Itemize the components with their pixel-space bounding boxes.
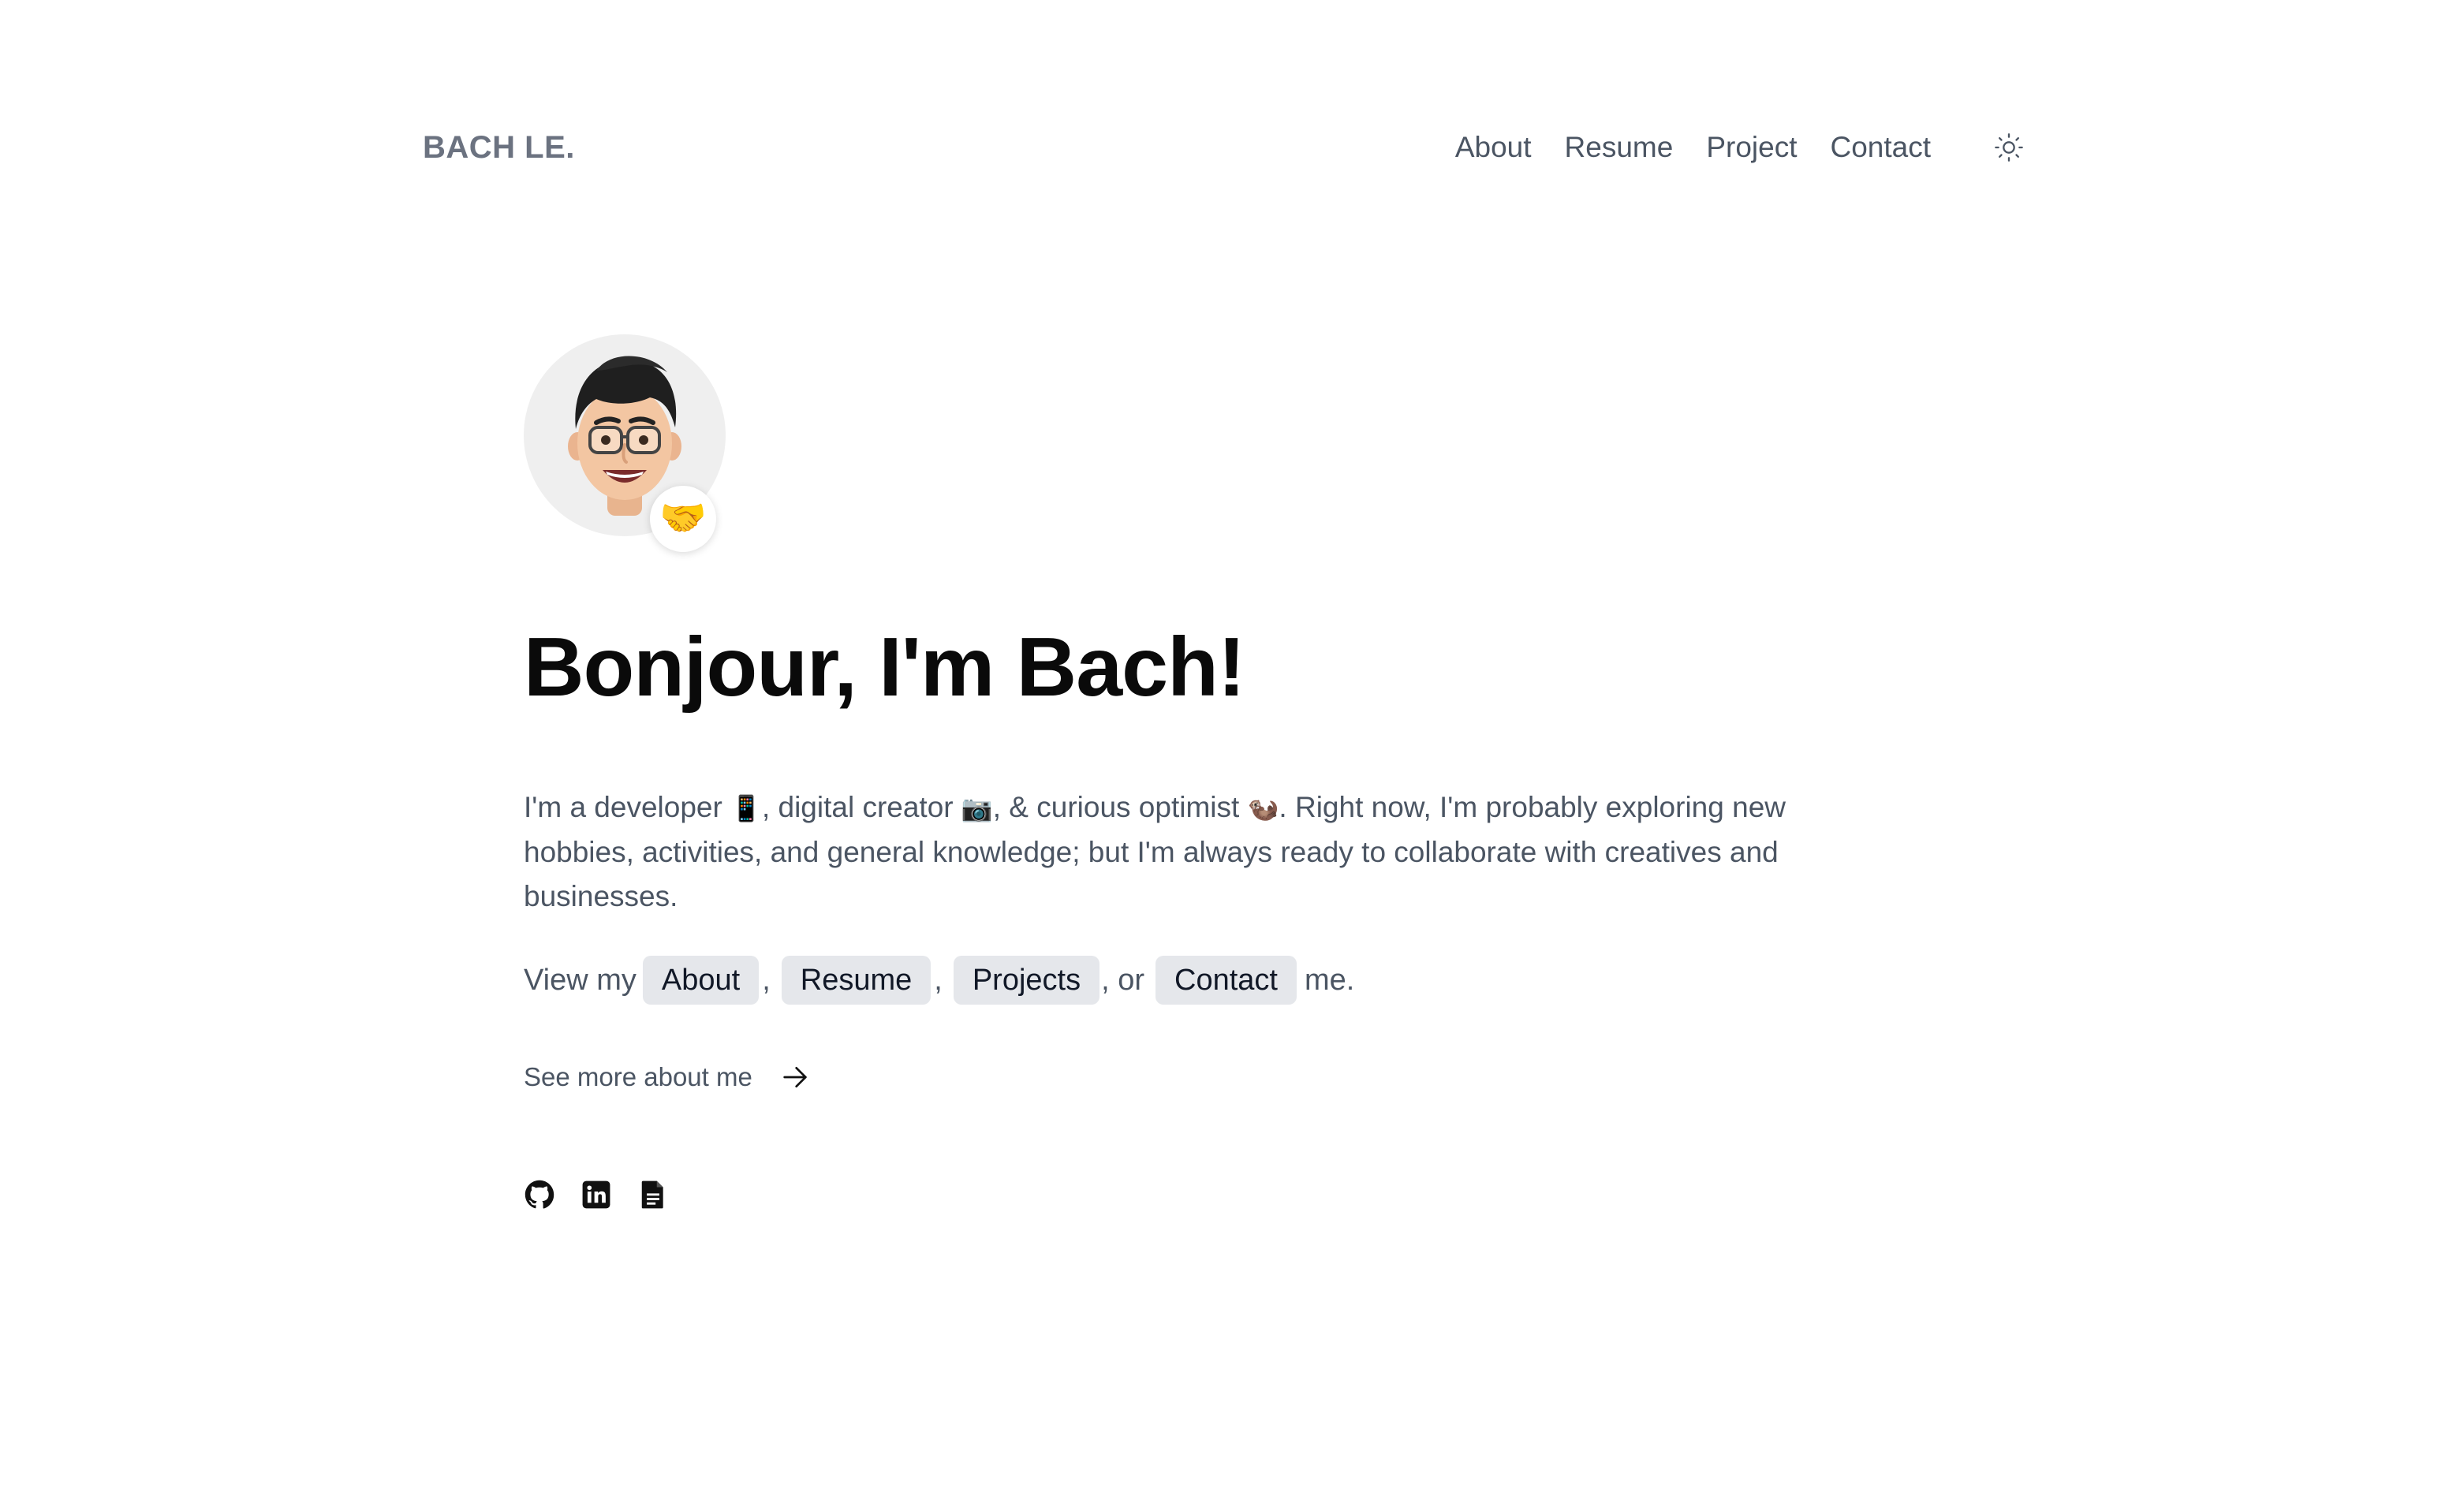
bio-text-1: I'm a developer xyxy=(524,791,731,823)
nav-contact-link[interactable]: Contact xyxy=(1830,118,1931,177)
github-icon xyxy=(525,1180,554,1209)
or-text: , or xyxy=(1101,964,1145,997)
site-header: BACH LE. About Resume Project Contact xyxy=(423,118,2029,177)
github-link[interactable] xyxy=(524,1179,555,1210)
about-chip-link[interactable]: About xyxy=(642,956,760,1005)
view-links-line: View my About , Resume , Projects , or C… xyxy=(524,955,1849,1005)
bio-paragraph: I'm a developer 📱, digital creator 📷, & … xyxy=(524,785,1865,919)
social-links xyxy=(524,1179,1849,1210)
arrow-right-icon xyxy=(779,1061,811,1093)
nav-resume-link[interactable]: Resume xyxy=(1565,118,1674,177)
bio-text-3: , & curious optimist xyxy=(992,791,1248,823)
linkedin-icon xyxy=(582,1180,610,1209)
projects-chip-link[interactable]: Projects xyxy=(953,956,1100,1005)
nav-project-link[interactable]: Project xyxy=(1706,118,1797,177)
bio-text-2: , digital creator xyxy=(761,791,961,823)
see-more-label: See more about me xyxy=(524,1062,752,1091)
view-suffix: me. xyxy=(1304,964,1355,997)
avatar-container: 🤝 xyxy=(524,334,729,552)
hero-section: 🤝 Bonjour, I'm Bach! I'm a developer 📱, … xyxy=(524,334,1849,1210)
contact-chip-link[interactable]: Contact xyxy=(1155,956,1297,1005)
document-icon xyxy=(641,1180,663,1209)
camera-emoji-icon: 📷 xyxy=(961,794,993,822)
sun-icon xyxy=(1995,133,2023,162)
brand-logo[interactable]: BACH LE. xyxy=(423,118,575,177)
resume-document-link[interactable] xyxy=(637,1179,669,1210)
comma-1: , xyxy=(762,964,771,997)
phone-emoji-icon: 📱 xyxy=(730,794,762,822)
see-more-link[interactable]: See more about me xyxy=(524,1057,1849,1097)
view-prefix: View my xyxy=(524,964,637,997)
nav-about-link[interactable]: About xyxy=(1455,118,1532,177)
resume-chip-link[interactable]: Resume xyxy=(781,956,931,1005)
linkedin-link[interactable] xyxy=(581,1179,612,1210)
theme-toggle-button[interactable] xyxy=(1989,128,2029,167)
page-title: Bonjour, I'm Bach! xyxy=(524,621,1245,714)
main-nav: About Resume Project Contact xyxy=(1455,118,2029,177)
otter-emoji-icon: 🦦 xyxy=(1247,794,1279,822)
handshake-badge-icon: 🤝 xyxy=(650,486,716,552)
comma-2: , xyxy=(934,964,943,997)
